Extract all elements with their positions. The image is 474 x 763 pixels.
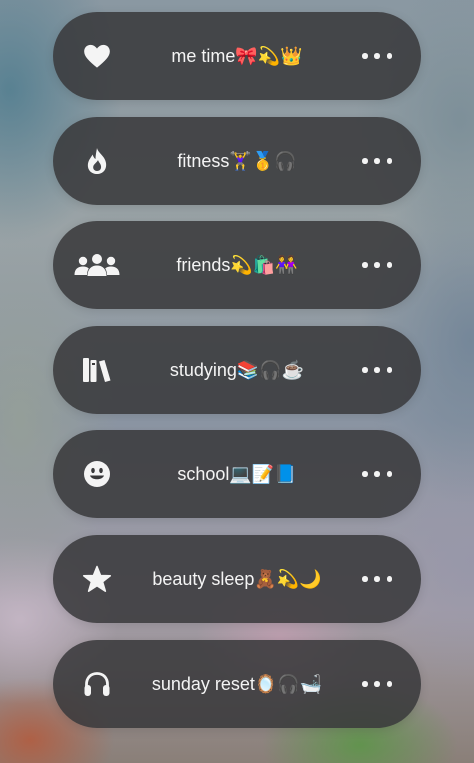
focus-mode-label: school💻📝📘 [177,463,297,484]
more-options-button[interactable] [362,359,392,381]
heart-icon [82,41,112,71]
focus-mode-me-time[interactable]: me time🎀💫👑 [53,12,421,100]
focus-mode-sunday-reset[interactable]: sunday reset🪞🎧🛁 [53,640,421,728]
star-icon [82,564,112,594]
focus-mode-label: friends💫🛍️👭 [176,254,298,275]
more-options-button[interactable] [362,150,392,172]
focus-mode-fitness[interactable]: fitness🏋️‍♀️🥇🎧 [53,117,421,205]
focus-mode-label: fitness🏋️‍♀️🥇🎧 [177,150,297,171]
more-options-button[interactable] [362,568,392,590]
focus-mode-school[interactable]: school💻📝📘 [53,430,421,518]
focus-mode-label: me time🎀💫👑 [171,45,303,66]
focus-mode-label: beauty sleep🧸💫🌙 [152,568,322,589]
focus-mode-friends[interactable]: friends💫🛍️👭 [53,221,421,309]
more-options-button[interactable] [362,673,392,695]
focus-mode-label: sunday reset🪞🎧🛁 [151,673,323,694]
focus-mode-beauty-sleep[interactable]: beauty sleep🧸💫🌙 [53,535,421,623]
headphones-icon [82,669,112,699]
focus-mode-list: me time🎀💫👑 fitness🏋️‍♀️🥇🎧 friends💫🛍️👭 [0,0,474,763]
focus-mode-label: studying📚🎧☕ [169,359,305,380]
people-icon [74,250,120,280]
more-options-button[interactable] [362,463,392,485]
more-options-button[interactable] [362,45,392,67]
more-options-button[interactable] [362,254,392,276]
focus-mode-studying[interactable]: studying📚🎧☕ [53,326,421,414]
books-icon [82,355,112,385]
flame-icon [82,146,112,176]
smiley-icon [82,459,112,489]
